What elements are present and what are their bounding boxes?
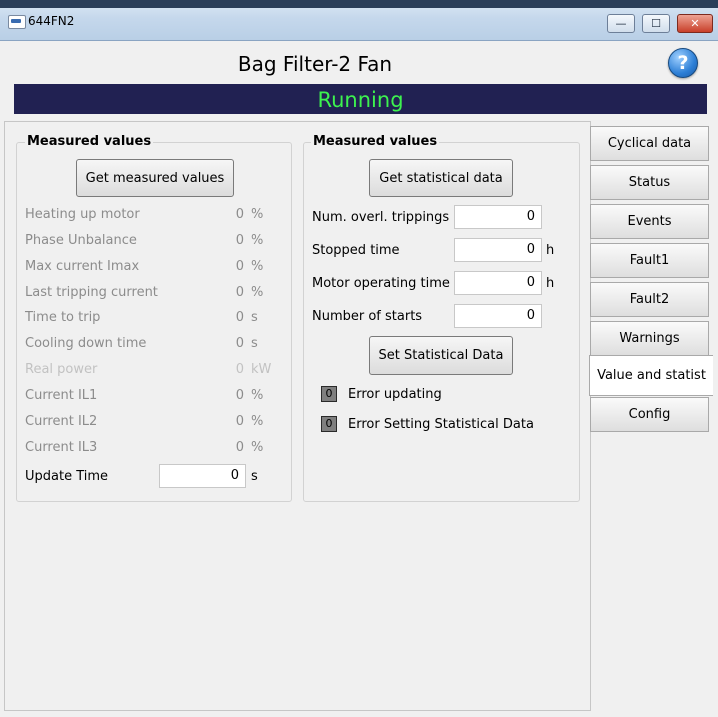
tab-cyclical-data[interactable]: Cyclical data	[590, 126, 709, 161]
measured-value: 0	[235, 233, 244, 248]
stat-unit: h	[546, 276, 555, 291]
group-title: Measured values	[25, 134, 154, 149]
tab-fault2[interactable]: Fault2	[590, 282, 709, 317]
measured-unit: kW	[251, 362, 272, 377]
measured-label: Max current Imax	[25, 259, 140, 274]
measured-unit: %	[251, 233, 264, 248]
maximize-button[interactable]: ☐	[642, 14, 670, 33]
measured-unit: s	[251, 310, 258, 325]
measured-unit: %	[251, 285, 264, 300]
measured-unit: %	[251, 414, 264, 429]
measured-label: Cooling down time	[25, 336, 147, 351]
close-button[interactable]: ✕	[677, 14, 713, 33]
measured-label: Time to trip	[25, 310, 101, 325]
measured-label: Real power	[25, 362, 98, 377]
measured-value: 0	[235, 310, 244, 325]
tab-value-and-statist[interactable]: Value and statist	[589, 355, 713, 396]
tab-fault1[interactable]: Fault1	[590, 243, 709, 278]
measured-value: 0	[235, 207, 244, 222]
update-time-input[interactable]: 0	[159, 464, 246, 488]
tab-warnings[interactable]: Warnings	[590, 321, 709, 356]
tab-status[interactable]: Status	[590, 165, 709, 200]
status-banner: Running	[14, 84, 707, 114]
measured-label: Phase Unbalance	[25, 233, 137, 248]
stat-input[interactable]: 0	[454, 304, 542, 328]
error-indicator-label: Error Setting Statistical Data	[348, 417, 534, 432]
measured-value: 0	[235, 285, 244, 300]
error-indicator-label: Error updating	[348, 387, 442, 402]
measured-unit: %	[251, 259, 264, 274]
measured-value: 0	[235, 440, 244, 455]
desktop-strip	[0, 0, 718, 8]
stat-input[interactable]: 0	[454, 271, 542, 295]
measured-value: 0	[235, 259, 244, 274]
measured-label: Heating up motor	[25, 207, 140, 222]
error-indicator-led: 0	[321, 416, 337, 432]
error-indicator-led: 0	[321, 386, 337, 402]
measured-label: Current IL1	[25, 388, 98, 403]
stat-label: Stopped time	[312, 243, 400, 258]
minimize-icon: —	[615, 17, 627, 30]
tab-events[interactable]: Events	[590, 204, 709, 239]
stat-unit: h	[546, 243, 555, 258]
stat-input[interactable]: 0	[454, 205, 542, 229]
minimize-button[interactable]: —	[607, 14, 635, 33]
measured-label: Current IL2	[25, 414, 98, 429]
app-icon	[8, 15, 26, 29]
measured-unit: %	[251, 440, 264, 455]
stat-input[interactable]: 0	[454, 238, 542, 262]
measured-unit: %	[251, 207, 264, 222]
get-measured-values-button[interactable]: Get measured values	[76, 159, 234, 197]
measured-unit: %	[251, 388, 264, 403]
measured-value: 0	[235, 362, 244, 377]
stat-label: Num. overl. trippings	[312, 210, 450, 225]
group-title: Measured values	[311, 134, 440, 149]
update-time-label: Update Time	[25, 469, 109, 484]
measured-unit: s	[251, 336, 258, 351]
get-statistical-data-button[interactable]: Get statistical data	[369, 159, 513, 197]
help-icon[interactable]: ?	[668, 48, 698, 78]
stat-label: Number of starts	[312, 309, 423, 324]
tab-config[interactable]: Config	[590, 397, 709, 432]
maximize-icon: ☐	[651, 17, 661, 30]
measured-value: 0	[235, 388, 244, 403]
measured-label: Last tripping current	[25, 285, 158, 300]
close-icon: ✕	[690, 17, 700, 30]
set-statistical-data-button[interactable]: Set Statistical Data	[369, 336, 513, 375]
update-time-unit: s	[251, 469, 258, 484]
measured-value: 0	[235, 414, 244, 429]
measured-label: Current IL3	[25, 440, 98, 455]
page-title: Bag Filter-2 Fan	[237, 52, 393, 76]
stat-label: Motor operating time	[312, 276, 450, 291]
window-title: 644FN2	[28, 14, 75, 28]
measured-value: 0	[235, 336, 244, 351]
